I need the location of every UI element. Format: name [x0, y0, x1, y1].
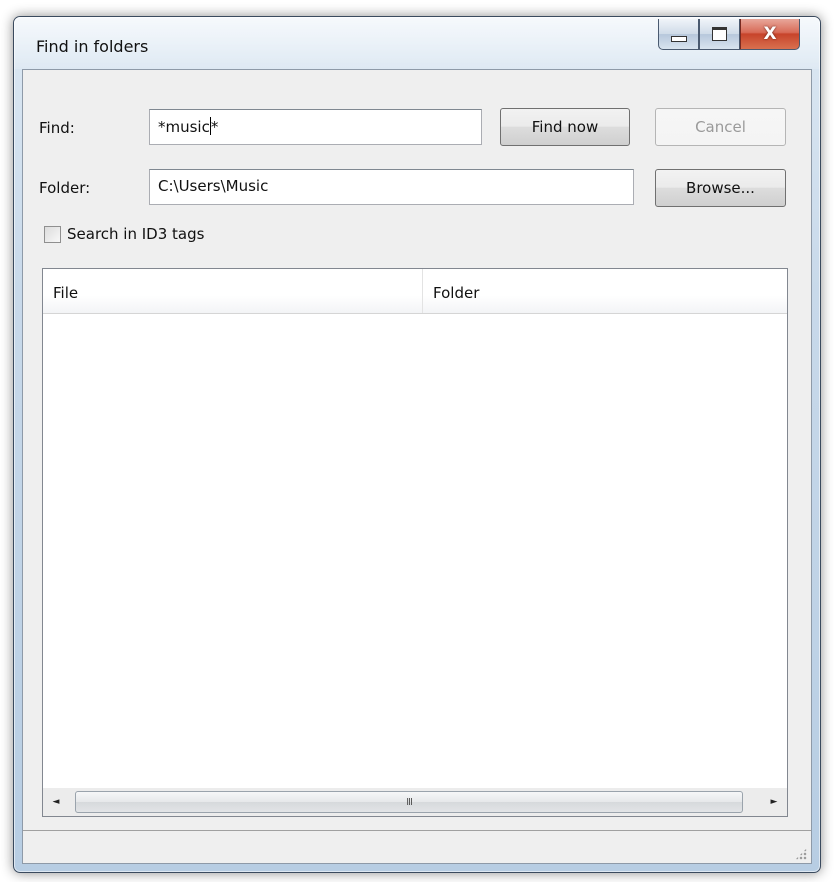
- scroll-left-icon[interactable]: ◄: [43, 788, 69, 816]
- caption-buttons: X: [658, 19, 800, 51]
- scroll-grip-icon: III: [406, 796, 413, 808]
- find-input-text-after-caret: *: [210, 118, 219, 136]
- size-grip-icon[interactable]: [795, 848, 807, 860]
- scroll-right-icon[interactable]: ►: [761, 788, 787, 816]
- maximize-icon: [712, 27, 727, 41]
- scroll-thumb[interactable]: III: [75, 791, 743, 813]
- search-id3-label[interactable]: Search in ID3 tags: [67, 225, 204, 243]
- results-list[interactable]: File Folder ◄ III ►: [42, 268, 788, 817]
- find-label: Find:: [39, 119, 75, 137]
- find-now-button[interactable]: Find now: [500, 108, 630, 146]
- search-id3-row[interactable]: Search in ID3 tags: [44, 225, 204, 243]
- find-in-folders-window: Find in folders X Find: *music* Find now…: [13, 16, 821, 873]
- status-bar: [23, 830, 811, 863]
- maximize-button[interactable]: [699, 19, 740, 50]
- close-icon: X: [763, 24, 777, 44]
- checkbox-icon[interactable]: [44, 225, 61, 243]
- find-input[interactable]: *music*: [149, 109, 482, 145]
- title-bar[interactable]: Find in folders X: [14, 17, 820, 69]
- scroll-track[interactable]: III: [69, 788, 761, 816]
- find-input-text: *music: [158, 118, 210, 136]
- window-title: Find in folders: [36, 37, 149, 56]
- column-header-folder[interactable]: Folder: [423, 269, 787, 313]
- folder-label: Folder:: [39, 179, 91, 197]
- horizontal-scrollbar[interactable]: ◄ III ►: [43, 788, 787, 816]
- dialog-client-area: Find: *music* Find now Cancel Folder: C:…: [22, 69, 812, 864]
- minimize-button[interactable]: [658, 19, 699, 50]
- column-header-file[interactable]: File: [43, 269, 423, 313]
- results-header: File Folder: [43, 269, 787, 314]
- folder-input[interactable]: C:\Users\Music: [149, 169, 634, 205]
- minimize-icon: [670, 35, 687, 42]
- browse-button[interactable]: Browse...: [655, 169, 786, 207]
- close-button[interactable]: X: [740, 19, 800, 50]
- cancel-button[interactable]: Cancel: [655, 108, 786, 146]
